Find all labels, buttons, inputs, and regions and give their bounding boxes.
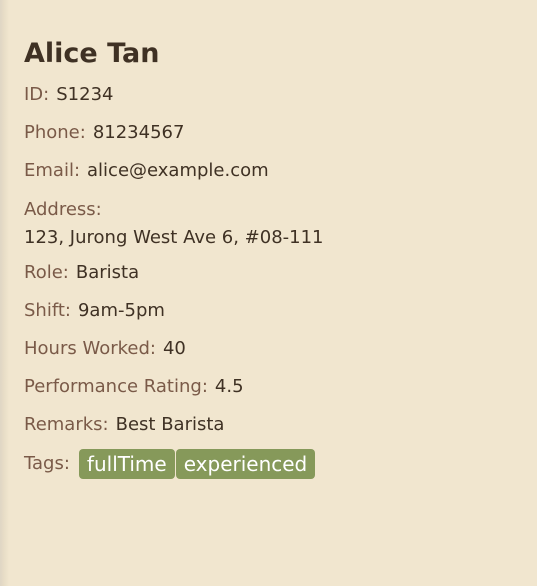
tags-label: Tags: [24,453,70,475]
email-label: Email: [24,160,81,181]
hours-worked-label: Hours Worked: [24,338,156,360]
shift-value: 9am-5pm [77,300,165,322]
hours-worked-value: 40 [162,338,186,360]
performance-rating-label: Performance Rating: [24,376,208,398]
remarks-row: Remarks: Best Barista [24,406,524,444]
tag-experienced: experienced [175,449,316,480]
email-row: Email: alice@example.com [24,152,524,190]
role-label: Role: [24,262,69,284]
shift-row: Shift: 9am-5pm [24,292,524,330]
tag-fulltime: fullTime [78,449,175,480]
role-value: Barista [75,262,140,284]
performance-rating-value: 4.5 [214,376,244,398]
person-name: Alice Tan [24,38,160,69]
tags-row: Tags: fullTime experienced [24,444,524,484]
address-label: Address: [24,199,102,220]
shift-label: Shift: [24,300,71,322]
phone-value: 81234567 [92,122,185,143]
id-row: ID: S1234 [24,76,524,114]
hours-worked-row: Hours Worked: 40 [24,330,524,368]
performance-rating-row: Performance Rating: 4.5 [24,368,524,406]
email-value: alice@example.com [87,160,269,181]
remarks-label: Remarks: [24,414,109,436]
address-value: 123, Jurong West Ave 6, #08-111 [24,226,324,248]
address-row: Address: 123, Jurong West Ave 6, #08-111 [24,190,524,254]
phone-row: Phone: 81234567 [24,114,524,152]
person-details-panel: Alice Tan ID: S1234 Phone: 81234567 Email:… [24,36,524,484]
role-row: Role: Barista [24,254,524,292]
phone-label: Phone: [24,122,86,143]
id-value: S1234 [56,84,114,105]
panel-left-edge [0,0,9,586]
remarks-value: Best Barista [115,414,225,436]
id-label: ID: [24,84,50,105]
